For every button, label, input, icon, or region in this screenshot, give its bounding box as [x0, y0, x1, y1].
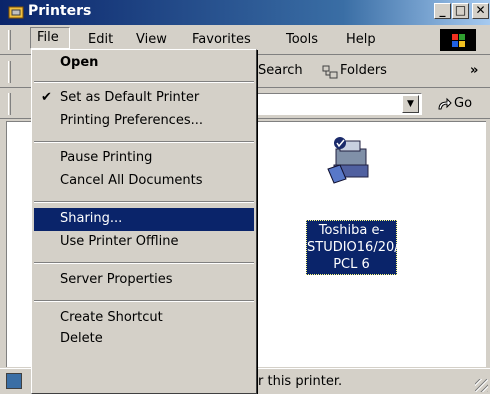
menu-item-server-properties[interactable]: Server Properties	[34, 269, 254, 292]
printer-icon[interactable]	[326, 135, 374, 185]
folders-icon	[322, 65, 338, 79]
file-menu-dropdown: Open ✔ Set as Default Printer Printing P…	[31, 49, 257, 394]
menu-item-label: Cancel All Documents	[60, 173, 203, 188]
menu-edit[interactable]: Edit	[82, 31, 119, 51]
menubar-grip[interactable]	[8, 30, 11, 50]
menu-favorites[interactable]: Favorites	[186, 31, 257, 51]
menu-item-label: Create Shortcut	[60, 310, 163, 325]
window-title: Printers	[28, 3, 92, 19]
address-dropdown-button[interactable]: ▼	[402, 95, 419, 113]
menu-view[interactable]: View	[130, 31, 173, 51]
checkmark-icon: ✔	[41, 90, 52, 105]
address-input[interactable]	[250, 93, 422, 115]
toolbar-grip[interactable]	[8, 61, 11, 83]
menu-item-delete[interactable]: Delete	[34, 328, 254, 351]
menu-item-open[interactable]: Open	[34, 52, 254, 75]
title-bar[interactable]: Printers _ □ ✕	[0, 0, 490, 25]
addressbar-grip[interactable]	[8, 93, 11, 115]
printer-folder-icon	[8, 6, 24, 19]
menu-item-label: Server Properties	[60, 272, 173, 287]
menu-item-sharing[interactable]: Sharing...	[34, 208, 254, 231]
menu-separator	[34, 262, 254, 264]
menu-help[interactable]: Help	[340, 31, 382, 51]
menu-separator	[34, 81, 254, 83]
menu-item-label: Pause Printing	[60, 150, 153, 165]
menu-item-set-default-printer[interactable]: ✔ Set as Default Printer	[34, 87, 254, 110]
status-icon	[6, 373, 22, 389]
menu-separator	[34, 300, 254, 302]
menu-item-label: Set as Default Printer	[60, 90, 200, 105]
menu-separator	[34, 201, 254, 203]
go-button[interactable]: Go	[454, 96, 472, 111]
menu-item-label: Delete	[60, 331, 103, 346]
menu-separator	[34, 141, 254, 143]
menu-item-create-shortcut[interactable]: Create Shortcut	[34, 307, 254, 330]
resize-grip[interactable]	[475, 379, 488, 392]
go-arrow-icon	[438, 97, 452, 110]
menu-tools[interactable]: Tools	[280, 31, 324, 51]
printer-label[interactable]: Toshiba e-STUDIO16/20/25 PCL 6	[306, 220, 415, 275]
windows-logo-icon	[440, 29, 476, 51]
menu-item-use-printer-offline[interactable]: Use Printer Offline	[34, 231, 254, 254]
menu-item-label: Sharing...	[60, 211, 123, 226]
search-button[interactable]: Search	[258, 63, 303, 78]
folders-button[interactable]: Folders	[340, 63, 387, 78]
menu-item-printing-preferences[interactable]: Printing Preferences...	[34, 110, 254, 133]
status-text: r this printer.	[258, 374, 343, 389]
maximize-button[interactable]: □	[452, 3, 469, 19]
menu-item-label: Use Printer Offline	[60, 234, 179, 249]
menu-file[interactable]: File	[30, 27, 70, 49]
minimize-button[interactable]: _	[434, 3, 451, 19]
menu-item-label: Open	[60, 55, 99, 70]
menu-item-pause-printing[interactable]: Pause Printing	[34, 147, 254, 170]
menu-item-label: Printing Preferences...	[60, 113, 203, 128]
toolbar-overflow-button[interactable]: »	[470, 63, 478, 78]
close-button[interactable]: ✕	[472, 3, 489, 19]
menu-item-cancel-all-documents[interactable]: Cancel All Documents	[34, 170, 254, 193]
